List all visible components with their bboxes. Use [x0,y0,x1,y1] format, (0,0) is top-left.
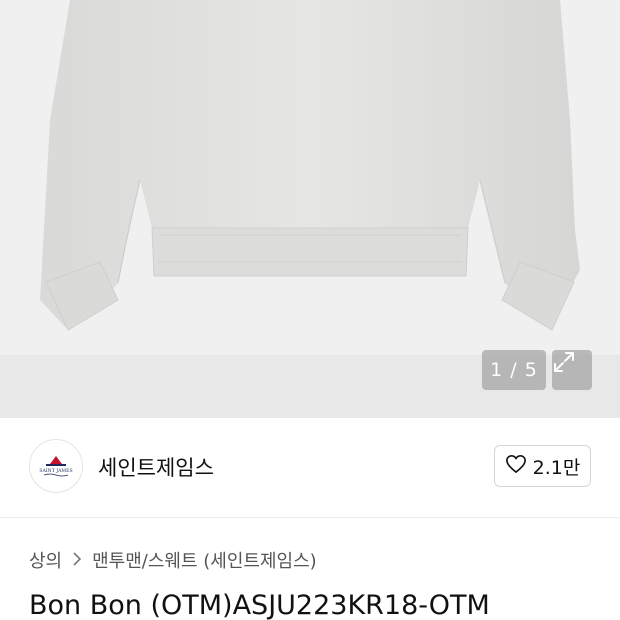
product-image-gallery[interactable]: 1 / 5 [0,0,620,418]
breadcrumb-item-category[interactable]: 상의 [29,547,62,573]
like-count: 2.1만 [532,456,581,479]
image-pager-counter: 1 / 5 [482,350,546,390]
heart-outline-icon [505,454,527,479]
logo-text: SAINT JAMES [39,468,72,474]
like-button[interactable]: 2.1만 [494,445,591,487]
chevron-right-icon [72,551,82,570]
breadcrumb: 상의 맨투맨/스웨트 (세인트제임스) [29,547,317,573]
image-counter-text: 1 / 5 [490,359,538,381]
expand-button[interactable] [552,350,592,390]
brand-name[interactable]: 세인트제임스 [98,452,214,482]
breadcrumb-item-subcategory[interactable]: 맨투맨/스웨트 (세인트제임스) [92,547,317,573]
product-title: Bon Bon (OTM)ASJU223KR18-OTM [29,590,490,620]
brand-logo[interactable]: SAINT JAMES [29,439,83,493]
saint-james-logo-icon: SAINT JAMES [39,456,73,477]
brand-row: SAINT JAMES 세인트제임스 2.1만 [0,418,620,518]
